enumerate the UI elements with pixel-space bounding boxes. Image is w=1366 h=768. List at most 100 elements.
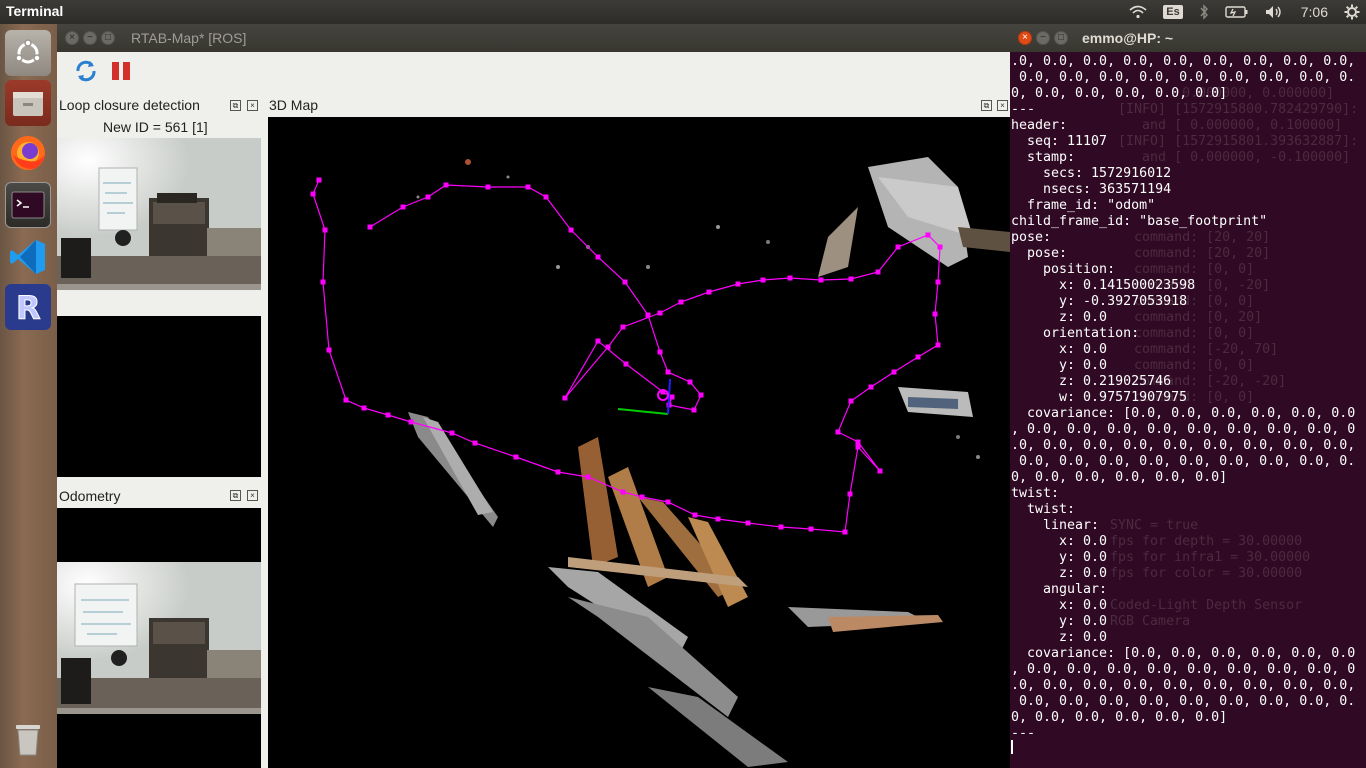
rviz-icon[interactable]: R [5,284,51,330]
battery-icon[interactable] [1225,0,1249,24]
terminal-titlebar[interactable]: × − □ emmo@HP: ~ [1010,24,1366,52]
terminal-line: twist: [1011,502,1076,517]
terminal-line: pose: [1011,246,1068,261]
terminal-line: , 0.0, 0.0, 0.0, 0.0, 0.0, 0.0, 0.0, 0.0… [1011,422,1356,437]
trajectory-node [562,395,568,401]
3d-map-view[interactable] [268,117,1010,768]
trajectory-node [808,526,814,532]
launcher: R [0,24,57,768]
odometry-title: Odometry [59,488,121,504]
close-dock-button[interactable]: × [997,100,1008,111]
trajectory-node [361,405,367,411]
trajectory-node [669,394,675,400]
terminal-line: twist: [1011,486,1060,501]
terminal-line: 0.0, 0.0, 0.0, 0.0, 0.0, 0.0, 0.0, 0.0, … [1011,70,1356,85]
trajectory-node [937,244,943,250]
terminal-icon[interactable] [5,182,51,228]
trajectory-node [735,281,741,287]
close-button[interactable]: × [1018,31,1032,45]
trajectory-node [343,397,349,403]
terminal-line: header: [1011,118,1068,133]
terminal-line: .0, 0.0, 0.0, 0.0, 0.0, 0.0, 0.0, 0.0, 0… [1011,54,1356,69]
close-dock-button[interactable]: × [247,490,258,501]
maximize-button[interactable]: □ [1054,31,1068,45]
terminal-line: child_frame_id: "base_footprint" [1011,214,1268,229]
firefox-icon[interactable] [5,130,51,176]
terminal-output: .0, 0.0, 0.0, 0.0, 0.0, 0.0, 0.0, 0.0, 0… [1011,54,1366,764]
terminal-line: --- [1011,726,1036,741]
trajectory-node [400,204,406,210]
terminal-line: z: 0.219025746 [1011,374,1172,389]
terminal-line: covariance: [0.0, 0.0, 0.0, 0.0, 0.0, 0.… [1011,406,1356,421]
float-dock-button[interactable]: ⧉ [230,100,241,111]
close-button[interactable]: × [65,31,79,45]
map-title: 3D Map [269,97,319,113]
pause-button[interactable] [108,58,134,84]
clock[interactable]: 7:06 [1301,0,1328,24]
refresh-button[interactable] [73,58,99,84]
trajectory-node [895,244,901,250]
pose-axis-x [617,408,669,415]
trajectory-node [778,524,784,530]
trajectory-node [645,312,651,318]
minimize-button[interactable]: − [1036,31,1050,45]
terminal-line: 0.0, 0.0, 0.0, 0.0, 0.0, 0.0, 0.0, 0.0, … [1011,454,1356,469]
rtabmap-titlebar[interactable]: × − □ RTAB-Map* [ROS] [57,24,1010,52]
trajectory-node [706,289,712,295]
files-icon[interactable] [5,80,51,126]
terminal-title: emmo@HP: ~ [1082,30,1174,46]
minimize-button[interactable]: − [83,31,97,45]
keyboard-layout-label: Es [1163,5,1183,19]
loop-closure-title: Loop closure detection [59,97,200,113]
trajectory-node [555,469,561,475]
trajectory-node [925,232,931,238]
settings-gear-icon[interactable] [1344,0,1360,24]
trajectory-node [847,491,853,497]
toolbar [57,52,1010,92]
window-title: RTAB-Map* [ROS] [131,30,247,46]
trajectory-node [623,361,629,367]
float-dock-button[interactable]: ⧉ [981,100,992,111]
trajectory-node [485,184,491,190]
terminal-window[interactable]: × − □ emmo@HP: ~ 0.000000, 0.000000] [IN… [1010,24,1366,768]
terminal-line: z: 0.0 [1011,630,1108,645]
terminal-line: w: 0.97571907975 [1011,390,1188,405]
terminal-line: stamp: [1011,150,1076,165]
wifi-icon[interactable] [1129,0,1147,24]
trajectory-node [425,194,431,200]
trajectory-node [639,494,645,500]
close-dock-button[interactable]: × [247,100,258,111]
terminal-line: nsecs: 363571194 [1011,182,1172,197]
trajectory-node [513,454,519,460]
terminal-line: angular: [1011,582,1108,597]
trajectory-node [326,347,332,353]
top-panel: Terminal Es 7:06 [0,0,1366,24]
trajectory-node [855,444,861,450]
trajectory-node [665,499,671,505]
trajectory-node [855,439,861,445]
terminal-line: 0, 0.0, 0.0, 0.0, 0.0, 0.0] [1011,710,1228,725]
volume-icon[interactable] [1265,0,1285,24]
maximize-button[interactable]: □ [101,31,115,45]
terminal-line: y: 0.0 [1011,358,1108,373]
trash-icon[interactable] [5,716,51,762]
trajectory-node [935,279,941,285]
bluetooth-icon[interactable] [1199,0,1209,24]
vscode-icon[interactable] [5,234,51,280]
new-id-label: New ID = 561 [1] [103,119,208,135]
point-cloud [408,157,1010,767]
trajectory-node [932,311,938,317]
terminal-line: , 0.0, 0.0, 0.0, 0.0, 0.0, 0.0, 0.0, 0.0… [1011,662,1356,677]
odometry-camera-image [57,562,261,714]
float-dock-button[interactable]: ⧉ [230,490,241,501]
system-tray: Es 7:06 [1121,0,1366,24]
trajectory-node [848,398,854,404]
trajectory-node [620,324,626,330]
trajectory-node [787,275,793,281]
terminal-line: x: 0.0 [1011,342,1108,357]
keyboard-layout-indicator[interactable]: Es [1163,0,1183,24]
pause-icon [112,62,130,80]
trajectory-node [868,384,874,390]
ubuntu-dash-icon[interactable] [5,30,51,76]
trajectory-node [657,349,663,355]
